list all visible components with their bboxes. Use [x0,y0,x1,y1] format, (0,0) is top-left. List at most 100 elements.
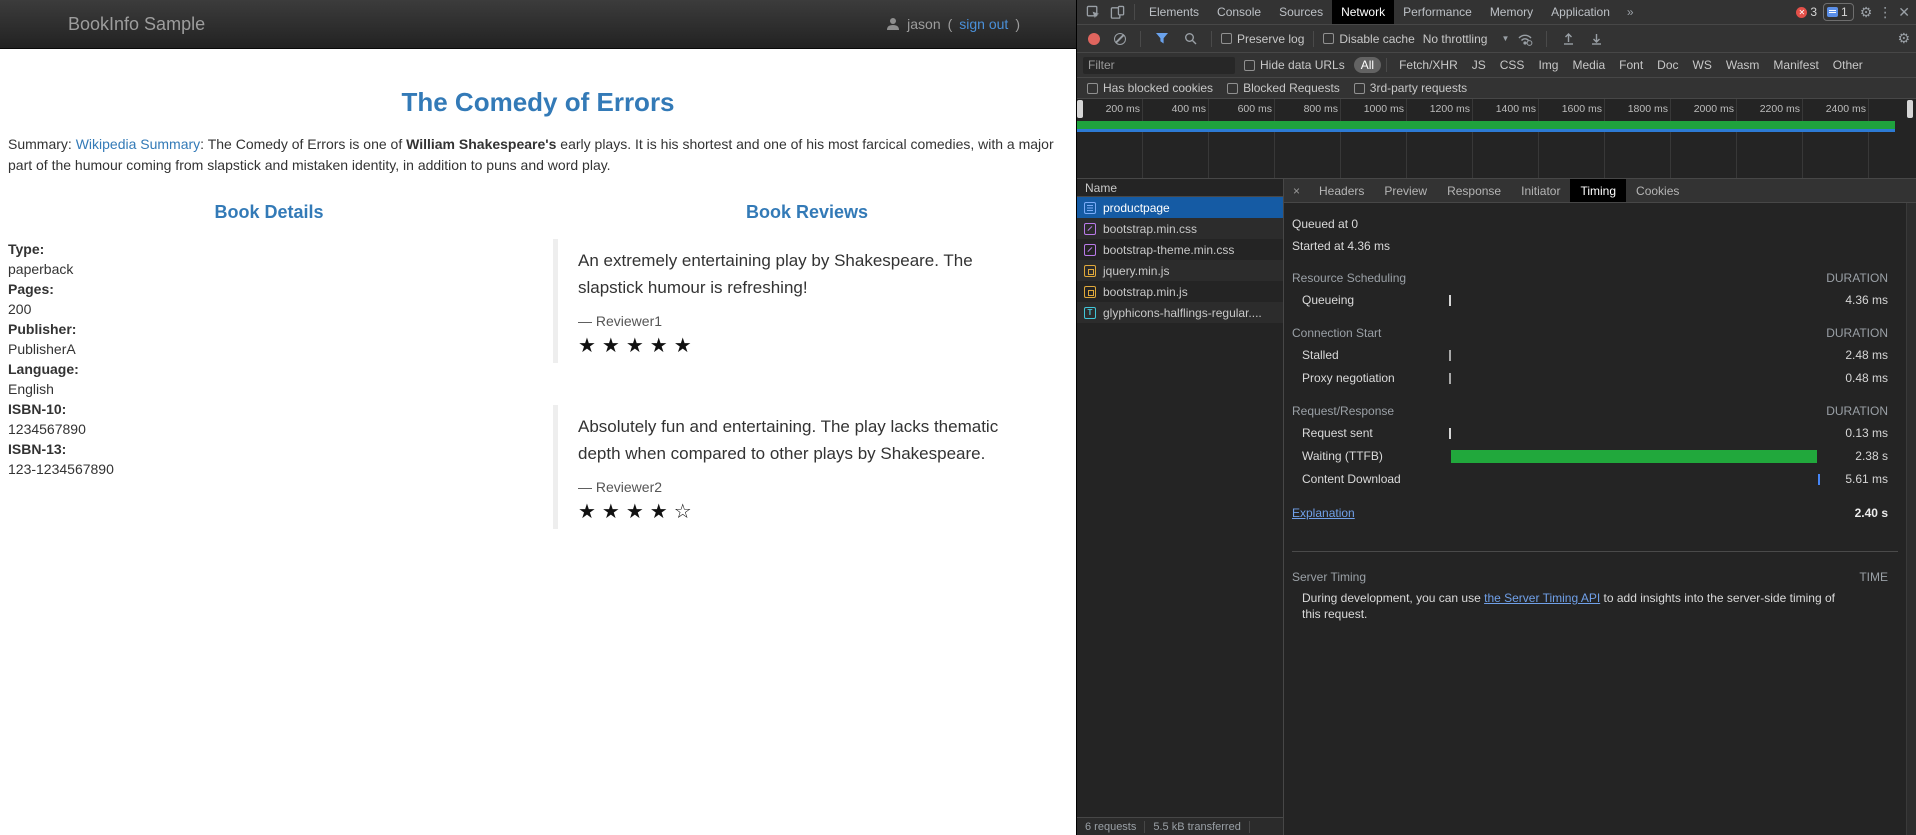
issues-badge[interactable]: 1 [1823,3,1854,21]
detail-tab-timing[interactable]: Timing [1570,179,1626,202]
network-settings-gear-icon[interactable]: ⚙ [1897,30,1910,47]
detail-tab-headers[interactable]: Headers [1309,179,1374,202]
record-button[interactable] [1088,33,1100,45]
timing-tick [1449,373,1451,384]
filter-chip-wasm[interactable]: Wasm [1719,57,1767,73]
timeline-tick: 600 ms [1209,99,1275,119]
filter-funnel-icon[interactable] [1150,27,1174,51]
filter-chip-all[interactable]: All [1354,57,1381,73]
request-detail-pane: × HeadersPreviewResponseInitiatorTimingC… [1284,179,1916,835]
checkbox-has-blocked-cookies[interactable]: Has blocked cookies [1087,81,1213,95]
device-toolbar-icon[interactable] [1105,0,1129,24]
book-details-heading: Book Details [0,202,538,223]
devtools-tab-network[interactable]: Network [1332,0,1394,24]
field-value: English [8,379,538,399]
error-badge[interactable]: ✕ 3 [1796,5,1817,19]
disable-cache-checkbox[interactable]: Disable cache [1323,32,1414,46]
throttling-dropdown[interactable]: No throttling ▼ [1423,32,1510,46]
preserve-log-checkbox[interactable]: Preserve log [1221,32,1304,46]
detail-tab-response[interactable]: Response [1437,179,1511,202]
summary-after-link: : The Comedy of Errors is one of [200,136,406,152]
transferred-size: 5.5 kB transferred [1145,821,1248,833]
name-column-header[interactable]: Name [1077,179,1283,197]
duration-column-label: DURATION [1826,322,1888,344]
export-har-icon[interactable] [1584,27,1608,51]
request-name: bootstrap.min.css [1103,222,1197,236]
filter-chip-js[interactable]: JS [1465,57,1493,73]
timing-phase-label: Proxy negotiation [1302,367,1395,390]
field-value: PublisherA [8,339,538,359]
wikipedia-summary-link[interactable]: Wikipedia Summary [76,136,200,152]
filter-chip-manifest[interactable]: Manifest [1766,57,1825,73]
timing-bar-lane [1449,294,1821,307]
filter-chip-css[interactable]: CSS [1493,57,1532,73]
request-row[interactable]: bootstrap.min.js [1077,281,1283,302]
close-devtools-icon[interactable]: ✕ [1898,4,1910,21]
more-tabs-chevron-icon[interactable]: » [1619,5,1642,19]
total-duration: 2.40 s [1855,502,1888,525]
request-name: bootstrap-theme.min.css [1103,243,1234,257]
request-row[interactable]: bootstrap.min.css [1077,218,1283,239]
overview-right-handle[interactable] [1907,100,1913,118]
filter-chip-doc[interactable]: Doc [1650,57,1685,73]
timing-tick [1449,350,1451,361]
filter-input[interactable] [1083,57,1235,74]
timing-tick [1818,474,1820,485]
timing-sections: Resource SchedulingDURATIONQueueing4.36 … [1284,267,1906,491]
explanation-link[interactable]: Explanation [1292,502,1355,525]
devtools-tab-performance[interactable]: Performance [1394,0,1481,24]
checkbox-icon [1227,83,1238,94]
network-filter-row: Hide data URLs All Fetch/XHRJSCSSImgMedia… [1077,53,1916,78]
bookinfo-page: BookInfo Sample jason ( sign out ) The C… [0,0,1076,835]
hide-data-urls-checkbox[interactable]: Hide data URLs [1244,58,1345,72]
devtools-tab-elements[interactable]: Elements [1140,0,1208,24]
network-conditions-icon[interactable] [1513,27,1537,51]
detail-tab-cookies[interactable]: Cookies [1626,179,1689,202]
divider [1140,31,1141,47]
error-circle-icon: ✕ [1796,7,1807,18]
divider [1386,58,1387,72]
review-blockquote: An extremely entertaining play by Shakes… [553,239,1076,363]
checkbox-blocked-requests[interactable]: Blocked Requests [1227,81,1340,95]
clear-icon[interactable] [1114,33,1126,45]
network-overview[interactable]: 200 ms400 ms600 ms800 ms1000 ms1200 ms14… [1077,99,1916,179]
filter-chip-other[interactable]: Other [1826,57,1870,73]
font-file-icon: T [1084,307,1096,319]
settings-gear-icon[interactable]: ⚙ [1860,4,1873,21]
timing-row: Request sent0.13 ms [1284,422,1906,445]
signout-link[interactable]: sign out [959,16,1008,32]
request-row[interactable]: bootstrap-theme.min.css [1077,239,1283,260]
navbar-brand[interactable]: BookInfo Sample [68,14,205,35]
import-har-icon[interactable] [1556,27,1580,51]
kebab-menu-icon[interactable]: ⋮ [1878,4,1892,21]
filter-chip-fetch-xhr[interactable]: Fetch/XHR [1392,57,1465,73]
network-extra-filters: Has blocked cookies Blocked Requests 3rd-p… [1077,78,1916,99]
filter-chip-font[interactable]: Font [1612,57,1650,73]
timing-panel: Queued at 0 Started at 4.36 ms Resource … [1284,203,1916,835]
devtools-tab-sources[interactable]: Sources [1270,0,1332,24]
devtools-tab-application[interactable]: Application [1542,0,1619,24]
devtools-tab-memory[interactable]: Memory [1481,0,1542,24]
duration-column-label: DURATION [1826,400,1888,422]
filter-chip-media[interactable]: Media [1565,57,1612,73]
request-row[interactable]: Tglyphicons-halflings-regular.... [1077,302,1283,323]
overview-left-handle[interactable] [1077,100,1083,118]
timing-section-header: Connection StartDURATION [1284,322,1906,344]
detail-tab-preview[interactable]: Preview [1374,179,1437,202]
request-name: bootstrap.min.js [1103,285,1188,299]
book-reviews-column: Book Reviews An extremely entertaining p… [538,202,1076,571]
request-row[interactable]: jquery.min.js [1077,260,1283,281]
detail-tab-initiator[interactable]: Initiator [1511,179,1570,202]
detail-scrollbar[interactable] [1906,203,1916,835]
filter-chip-img[interactable]: Img [1531,57,1565,73]
server-timing-header: Server Timing TIME [1284,566,1906,588]
server-timing-api-link[interactable]: the Server Timing API [1484,591,1600,605]
search-icon[interactable] [1178,27,1202,51]
filter-chip-ws[interactable]: WS [1686,57,1719,73]
close-detail-icon[interactable]: × [1284,179,1309,202]
requests-count: 6 requests [1077,821,1144,833]
request-row[interactable]: productpage [1077,197,1283,218]
checkbox-3rd-party-requests[interactable]: 3rd-party requests [1354,81,1467,95]
inspect-element-icon[interactable] [1081,0,1105,24]
devtools-tab-console[interactable]: Console [1208,0,1270,24]
